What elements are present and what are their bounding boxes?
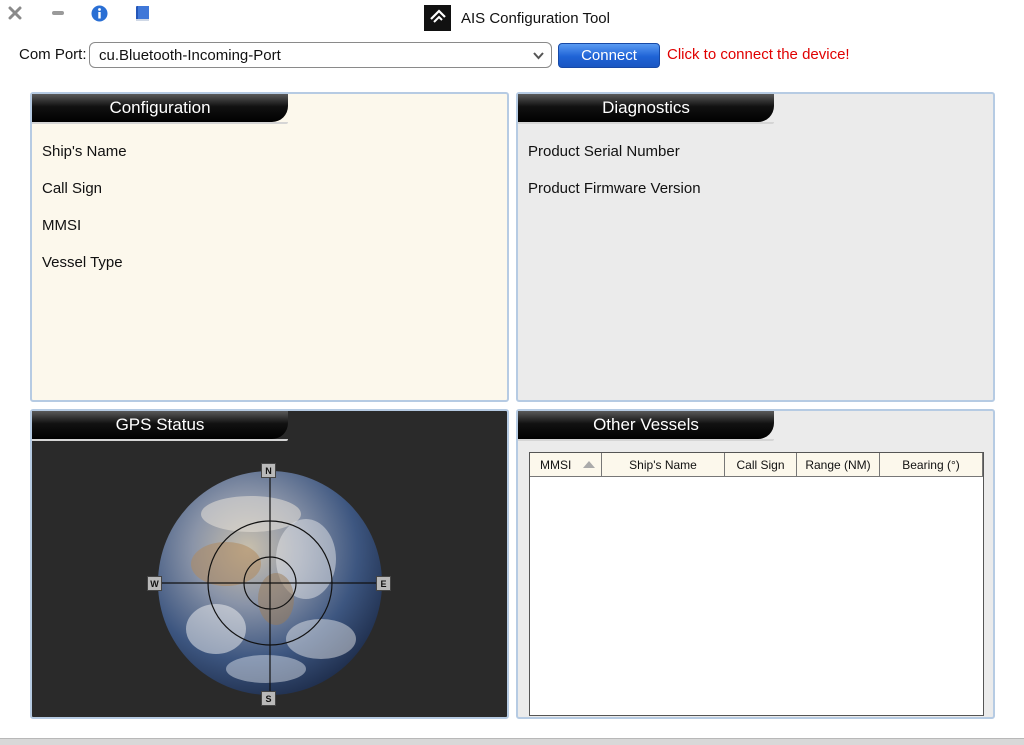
sort-ascending-icon <box>583 461 595 468</box>
app-logo-icon <box>424 5 451 31</box>
com-port-value: cu.Bluetooth-Incoming-Port <box>99 47 281 64</box>
mmsi-label: MMSI <box>42 217 82 234</box>
book-icon[interactable] <box>133 4 151 22</box>
compass-south: S <box>261 691 276 706</box>
connect-button[interactable]: Connect <box>558 43 660 68</box>
bottom-edge <box>0 738 1024 745</box>
minimize-icon[interactable] <box>49 4 67 22</box>
other-vessels-tab: Other Vessels <box>518 411 774 441</box>
window-title: AIS Configuration Tool <box>424 5 610 31</box>
gps-status-tab: GPS Status <box>32 411 288 441</box>
ships-name-label: Ship's Name <box>42 143 127 160</box>
compass-east: E <box>376 576 391 591</box>
column-header-range[interactable]: Range (NM) <box>797 453 880 476</box>
column-header-call-sign[interactable]: Call Sign <box>725 453 797 476</box>
diagnostics-panel: Diagnostics Product Serial Number Produc… <box>516 92 995 402</box>
connect-hint: Click to connect the device! <box>667 46 850 63</box>
info-icon[interactable] <box>90 4 108 22</box>
other-vessels-panel: Other Vessels MMSI Ship's Name Call Sign… <box>516 409 995 719</box>
title-bar: AIS Configuration Tool <box>0 0 1024 36</box>
vessels-table[interactable]: MMSI Ship's Name Call Sign Range (NM) Be… <box>529 452 984 716</box>
gps-globe <box>156 469 384 697</box>
column-header-ships-name[interactable]: Ship's Name <box>602 453 725 476</box>
product-serial-label: Product Serial Number <box>528 143 680 160</box>
call-sign-label: Call Sign <box>42 180 103 197</box>
com-port-select[interactable]: cu.Bluetooth-Incoming-Port <box>89 42 552 68</box>
firmware-version-label: Product Firmware Version <box>528 180 701 197</box>
table-header: MMSI Ship's Name Call Sign Range (NM) Be… <box>530 453 983 477</box>
com-port-label: Com Port: <box>19 46 87 63</box>
window-title-text: AIS Configuration Tool <box>461 9 610 27</box>
configuration-panel: Configuration Ship's Name Call Sign MMSI… <box>30 92 509 402</box>
configuration-tab: Configuration <box>32 94 288 124</box>
diagnostics-tab: Diagnostics <box>518 94 774 124</box>
gps-status-panel: GPS Status N S E W <box>30 409 509 719</box>
compass-west: W <box>147 576 162 591</box>
vessel-type-label: Vessel Type <box>42 254 123 271</box>
column-header-bearing[interactable]: Bearing (°) <box>880 453 983 476</box>
app-window: AIS Configuration Tool Com Port: cu.Blue… <box>0 0 1024 745</box>
column-header-mmsi[interactable]: MMSI <box>530 453 602 476</box>
compass-north: N <box>261 463 276 478</box>
chevron-down-icon <box>532 49 545 62</box>
close-icon[interactable] <box>6 4 24 22</box>
